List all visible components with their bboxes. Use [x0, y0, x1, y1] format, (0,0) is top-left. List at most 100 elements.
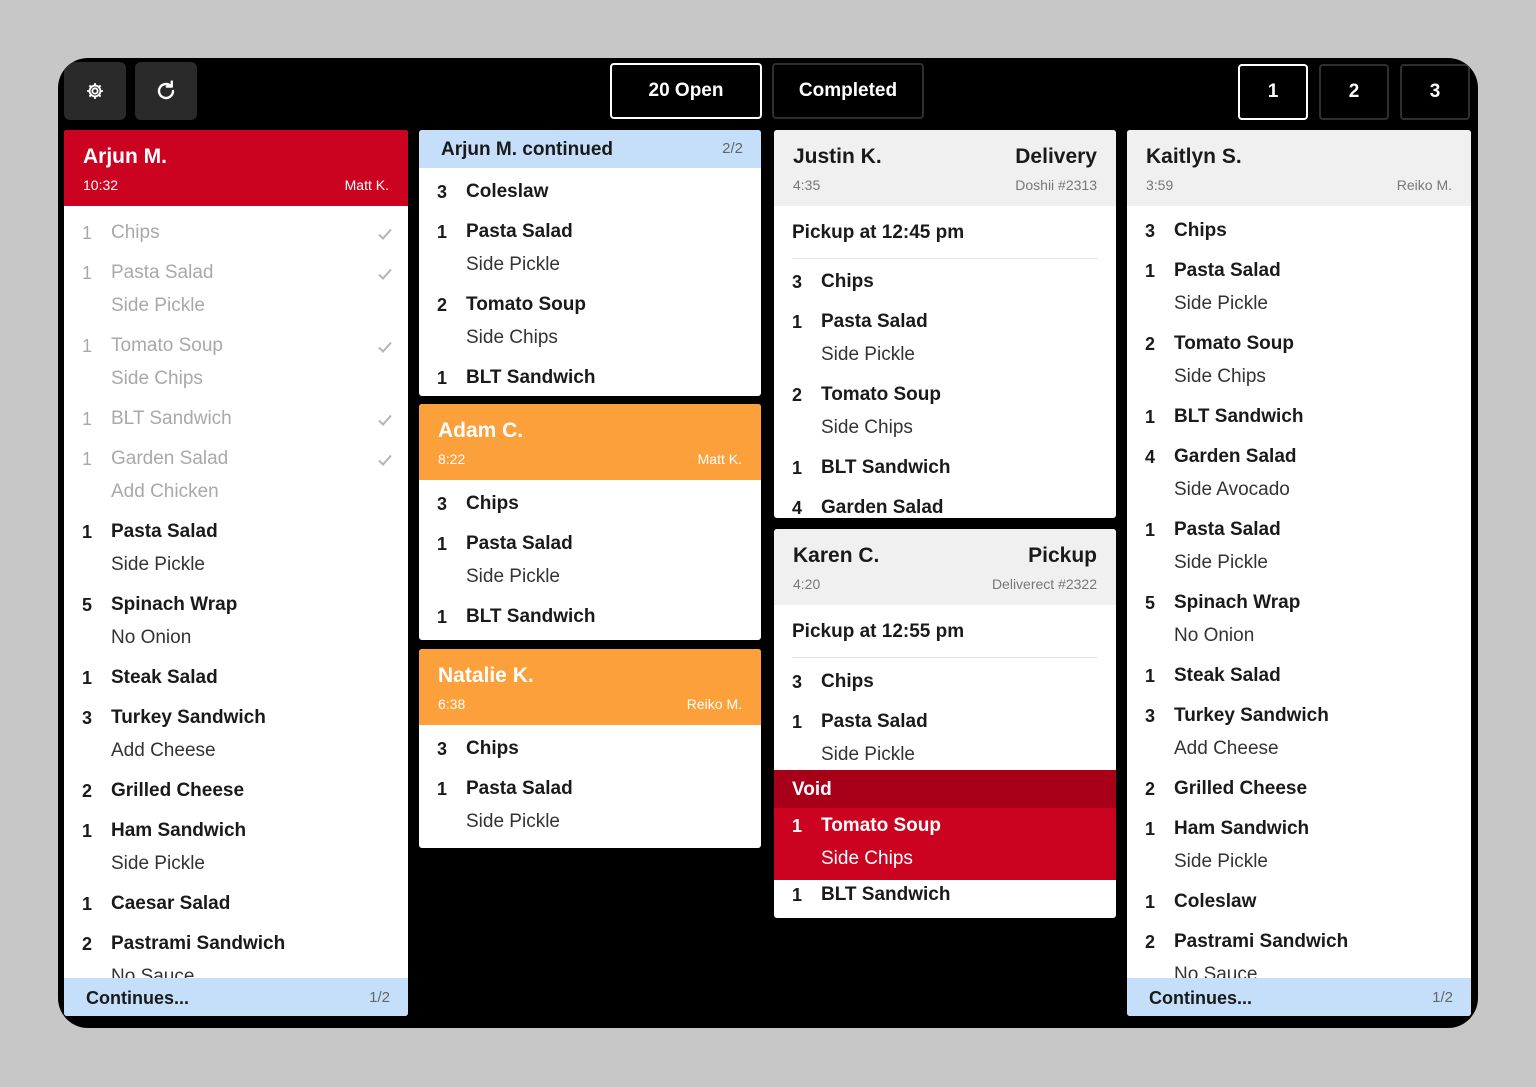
order-item-row[interactable]: 3 Turkey Sandwich [64, 704, 408, 734]
modifier-row[interactable]: Side Pickle [1127, 848, 1471, 878]
order-item-row[interactable]: 1 BLT Sandwich [1127, 403, 1471, 433]
item-name: Pasta Salad [1174, 260, 1281, 281]
order-item-row[interactable]: 3 Turkey Sandwich [1127, 702, 1471, 732]
order-item-row[interactable]: 2 Tomato Soup [1127, 330, 1471, 360]
modifier-row[interactable]: Side Pickle [774, 741, 1116, 771]
page-3-button[interactable]: 3 [1400, 64, 1470, 120]
ticket-natalie[interactable]: Natalie K. 6:38 Reiko M. 3 Chips 1 Pasta Sa… [419, 649, 761, 848]
refresh-button[interactable] [135, 62, 197, 120]
order-item-row[interactable]: 1 Pasta Salad [419, 530, 761, 560]
order-item-row[interactable]: 4 Garden Salad [774, 494, 1116, 518]
ticket-adam[interactable]: Adam C. 8:22 Matt K. 3 Chips 1 Pasta Salad S… [419, 404, 761, 640]
continues-footer[interactable]: Continues... 1/2 [1127, 978, 1471, 1016]
order-item-row[interactable]: 1 Tomato Soup [64, 332, 408, 362]
order-item-row[interactable]: 2 Grilled Cheese [64, 777, 408, 807]
tab-open[interactable]: 20 Open [610, 63, 762, 119]
modifier-row[interactable]: No Onion [1127, 622, 1471, 652]
modifier-row[interactable]: Side Pickle [419, 808, 761, 838]
item-name: Turkey Sandwich [1174, 705, 1329, 726]
modifier-row[interactable]: Side Pickle [64, 292, 408, 322]
order-item-row[interactable]: 1 BLT Sandwich [774, 454, 1116, 484]
modifier-row[interactable]: Side Chips [419, 324, 761, 354]
order-item-row[interactable]: 1 BLT Sandwich [774, 881, 1116, 911]
modifier-row[interactable]: Side Pickle [64, 551, 408, 581]
order-item-row[interactable]: 2 Tomato Soup [774, 381, 1116, 411]
modifier-row[interactable]: Side Pickle [1127, 290, 1471, 320]
order-item-row[interactable]: 1 Ham Sandwich [64, 817, 408, 847]
order-item-row[interactable]: 4 Garden Salad [1127, 443, 1471, 473]
modifier-row[interactable]: Side Pickle [774, 341, 1116, 371]
modifier-row[interactable]: No Onion [64, 624, 408, 654]
modifier-row[interactable]: Add Cheese [1127, 735, 1471, 765]
order-item-row[interactable]: 1 BLT Sandwich [64, 405, 408, 435]
order-item-row[interactable]: 5 Spinach Wrap [64, 591, 408, 621]
settings-button[interactable] [64, 62, 126, 120]
ticket-header: Karen C. Pickup 4:20 Deliverect #2322 [774, 529, 1116, 605]
order-item-row[interactable]: 3 Chips [1127, 217, 1471, 247]
order-item-row[interactable]: 1 Pasta Salad [64, 259, 408, 289]
item-quantity: 1 [82, 522, 93, 542]
order-item-row[interactable]: 1 Pasta Salad [64, 518, 408, 548]
order-item-row[interactable]: 3 Chips [419, 490, 761, 520]
order-item-row[interactable]: 2 Grilled Cheese [1127, 775, 1471, 805]
modifier-row[interactable]: Add Cheese [64, 737, 408, 767]
order-item-row[interactable]: 1 Steak Salad [1127, 662, 1471, 692]
order-item-row[interactable]: 1 Pasta Salad [774, 708, 1116, 738]
ticket-kaitlyn[interactable]: Kaitlyn S. 3:59 Reiko M. 3 Chips 1 Pasta Sa… [1127, 130, 1471, 1016]
page-2-button[interactable]: 2 [1319, 64, 1389, 120]
item-quantity: 1 [82, 223, 93, 243]
order-item-row[interactable]: 1 Chips [64, 219, 408, 249]
item-quantity: 1 [1145, 819, 1156, 839]
tab-completed[interactable]: Completed [772, 63, 924, 119]
order-item-row[interactable]: 1 Tomato Soup [774, 812, 1116, 842]
ticket-arjun-continued[interactable]: Arjun M. continued 2/2 3 Coleslaw 1 Pasta S… [419, 130, 761, 396]
order-item-row[interactable]: 1 Pasta Salad [774, 308, 1116, 338]
order-item-row[interactable]: 1 Ham Sandwich [1127, 815, 1471, 845]
order-item-row[interactable]: 1 Steak Salad [64, 664, 408, 694]
item-name: Steak Salad [111, 667, 218, 688]
order-item-row[interactable]: 3 Chips [774, 268, 1116, 298]
modifier-row[interactable]: Side Pickle [64, 850, 408, 880]
order-item-row[interactable]: 1 Pasta Salad [1127, 516, 1471, 546]
item-quantity: 5 [1145, 593, 1156, 613]
order-type: Delivery [1015, 145, 1097, 168]
order-item-row[interactable]: 1 BLT Sandwich [419, 603, 761, 633]
ticket-justin[interactable]: Justin K. Delivery 4:35 Doshii #2313 Pic… [774, 130, 1116, 518]
item-name: Caesar Salad [111, 893, 231, 914]
order-item-row[interactable]: 1 BLT Sandwich [419, 364, 761, 394]
modifier-row[interactable]: Add Chicken [64, 478, 408, 508]
order-item-row[interactable]: 2 Tomato Soup [419, 291, 761, 321]
modifier-row[interactable]: Side Avocado [1127, 476, 1471, 506]
page-1-button[interactable]: 1 [1238, 64, 1308, 120]
order-item-row[interactable]: 2 Pastrami Sandwich [64, 930, 408, 960]
order-item-row[interactable]: 2 Pastrami Sandwich [1127, 928, 1471, 958]
item-quantity: 1 [1145, 892, 1156, 912]
ticket-arjun[interactable]: Arjun M. 10:32 Matt K. 1 Chips 1 Pasta Sala… [64, 130, 408, 1016]
ticket-header: Kaitlyn S. 3:59 Reiko M. [1127, 130, 1471, 206]
order-item-row[interactable]: 5 Spinach Wrap [1127, 589, 1471, 619]
order-item-row[interactable]: 3 Chips [774, 668, 1116, 698]
order-item-row[interactable]: 1 Pasta Salad [419, 218, 761, 248]
order-item-row[interactable]: 3 Coleslaw [419, 178, 761, 208]
order-item-row[interactable]: 1 Garden Salad [64, 445, 408, 475]
modifier-row[interactable]: Side Chips [774, 845, 1116, 875]
order-item-row[interactable]: 1 Caesar Salad [64, 890, 408, 920]
elapsed-time: 6:38 [438, 696, 466, 712]
modifier-row[interactable]: Side Pickle [419, 563, 761, 593]
ticket-karen[interactable]: Karen C. Pickup 4:20 Deliverect #2322 Pi… [774, 529, 1116, 918]
order-item-row[interactable]: 1 Coleslaw [1127, 888, 1471, 918]
order-item-row[interactable]: 3 Chips [419, 735, 761, 765]
modifier-row[interactable]: Side Pickle [1127, 549, 1471, 579]
item-modifier: Side Pickle [466, 566, 560, 587]
order-item-row[interactable]: 1 Pasta Salad [1127, 257, 1471, 287]
item-name: BLT Sandwich [111, 408, 232, 429]
item-quantity: 4 [792, 498, 803, 518]
item-name: Pasta Salad [821, 311, 928, 332]
customer-name: Justin K. [793, 145, 882, 168]
continues-footer[interactable]: Continues... 1/2 [64, 978, 408, 1016]
order-item-row[interactable]: 1 Pasta Salad [419, 775, 761, 805]
modifier-row[interactable]: Side Chips [1127, 363, 1471, 393]
modifier-row[interactable]: Side Chips [774, 414, 1116, 444]
modifier-row[interactable]: Side Pickle [419, 251, 761, 281]
modifier-row[interactable]: Side Chips [64, 365, 408, 395]
